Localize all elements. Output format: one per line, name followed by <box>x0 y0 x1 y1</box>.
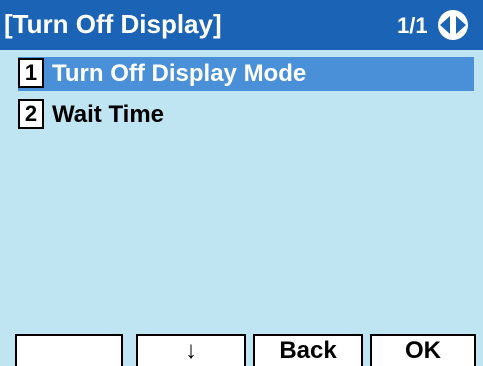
screen-title: [Turn Off Display] <box>4 9 222 39</box>
softkey-1-empty[interactable] <box>15 334 123 366</box>
menu-item-label: Wait Time <box>52 101 165 128</box>
title-bar: [Turn Off Display] 1/1 <box>0 0 483 50</box>
left-right-arrows-icon[interactable] <box>437 9 469 41</box>
menu-item-number: 1 <box>18 58 44 88</box>
softkey-back[interactable]: Back <box>253 334 363 366</box>
softkey-down-arrow[interactable]: ↓ <box>136 334 246 366</box>
menu-item-number: 2 <box>18 99 44 129</box>
menu-item-label: Turn Off Display Mode <box>52 60 307 87</box>
menu-item-turn-off-display-mode[interactable]: 1 Turn Off Display Mode <box>18 57 474 91</box>
menu-item-wait-time[interactable]: 2 Wait Time <box>18 98 474 132</box>
display-screen: [Turn Off Display] 1/1 1 Turn Off Displa… <box>0 0 483 366</box>
page-indicator: 1/1 <box>397 13 428 38</box>
softkey-ok[interactable]: OK <box>370 334 476 366</box>
